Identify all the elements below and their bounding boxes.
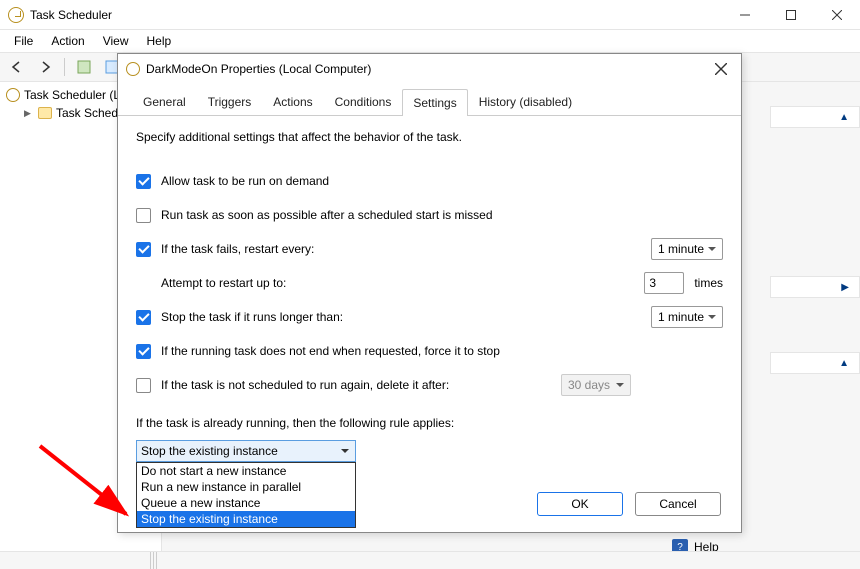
if-fails-checkbox[interactable]: [136, 242, 151, 257]
panel-expand[interactable]: ▶: [770, 276, 860, 298]
menu-view[interactable]: View: [95, 32, 137, 50]
main-titlebar: Task Scheduler: [0, 0, 860, 30]
delete-after-label: If the task is not scheduled to run agai…: [161, 378, 561, 392]
back-button[interactable]: [6, 56, 28, 78]
allow-on-demand-checkbox[interactable]: [136, 174, 151, 189]
properties-dialog: DarkModeOn Properties (Local Computer) G…: [117, 53, 742, 533]
delete-after-checkbox[interactable]: [136, 378, 151, 393]
clock-icon: [8, 7, 24, 23]
run-asap-label: Run task as soon as possible after a sch…: [161, 208, 723, 222]
tab-actions[interactable]: Actions: [262, 88, 323, 115]
menu-file[interactable]: File: [6, 32, 41, 50]
dialog-buttons: OK Cancel: [537, 492, 721, 516]
clock-icon: [6, 88, 20, 102]
rule-option-parallel[interactable]: Run a new instance in parallel: [137, 479, 355, 495]
minimize-button[interactable]: [722, 0, 768, 30]
stop-longer-checkbox[interactable]: [136, 310, 151, 325]
maximize-button[interactable]: [768, 0, 814, 30]
toolbar-icon-1[interactable]: [73, 56, 95, 78]
delete-after-select: 30 days: [561, 374, 631, 396]
forward-button[interactable]: [34, 56, 56, 78]
dialog-tabs: General Triggers Actions Conditions Sett…: [118, 88, 741, 116]
app-title: Task Scheduler: [30, 8, 112, 22]
menu-action[interactable]: Action: [43, 32, 92, 50]
dialog-close-button[interactable]: [701, 54, 741, 84]
close-button[interactable]: [814, 0, 860, 30]
running-rule-label: If the task is already running, then the…: [136, 416, 723, 430]
panel-collapse-2[interactable]: ▲: [770, 352, 860, 374]
settings-description: Specify additional settings that affect …: [136, 130, 723, 144]
menu-help[interactable]: Help: [139, 32, 180, 50]
rule-option-queue[interactable]: Queue a new instance: [137, 495, 355, 511]
statusbar: [0, 551, 860, 569]
stop-longer-label: Stop the task if it runs longer than:: [161, 310, 651, 324]
window-buttons: [722, 0, 860, 30]
times-label: times: [694, 276, 723, 290]
allow-on-demand-label: Allow task to be run on demand: [161, 174, 723, 188]
attempt-label: Attempt to restart up to:: [161, 276, 644, 290]
dialog-titlebar: DarkModeOn Properties (Local Computer): [118, 54, 741, 84]
dialog-body: Specify additional settings that affect …: [118, 116, 741, 476]
force-stop-checkbox[interactable]: [136, 344, 151, 359]
rule-option-do-not-start[interactable]: Do not start a new instance: [137, 463, 355, 479]
restart-interval-select[interactable]: 1 minute: [651, 238, 723, 260]
menubar: File Action View Help: [0, 30, 860, 52]
tab-triggers[interactable]: Triggers: [197, 88, 263, 115]
if-fails-label: If the task fails, restart every:: [161, 242, 651, 256]
clock-icon: [126, 62, 140, 76]
panel-collapse-1[interactable]: ▲: [770, 106, 860, 128]
dialog-title: DarkModeOn Properties (Local Computer): [146, 62, 371, 76]
folder-icon: [38, 107, 52, 119]
rule-option-stop-existing[interactable]: Stop the existing instance: [137, 511, 355, 527]
tab-general[interactable]: General: [132, 88, 197, 115]
tab-conditions[interactable]: Conditions: [324, 88, 403, 115]
tab-settings[interactable]: Settings: [402, 89, 467, 116]
caret-right-icon: ▶: [24, 108, 34, 119]
attempt-count-input[interactable]: 3: [644, 272, 684, 294]
stop-longer-select[interactable]: 1 minute: [651, 306, 723, 328]
running-rule-combo[interactable]: Stop the existing instance: [136, 440, 356, 462]
force-stop-label: If the running task does not end when re…: [161, 344, 723, 358]
run-asap-checkbox[interactable]: [136, 208, 151, 223]
ok-button[interactable]: OK: [537, 492, 623, 516]
cancel-button[interactable]: Cancel: [635, 492, 721, 516]
running-rule-dropdown: Do not start a new instance Run a new in…: [136, 462, 356, 528]
tab-history[interactable]: History (disabled): [468, 88, 583, 115]
tree-root-label: Task Scheduler (L: [24, 88, 120, 102]
